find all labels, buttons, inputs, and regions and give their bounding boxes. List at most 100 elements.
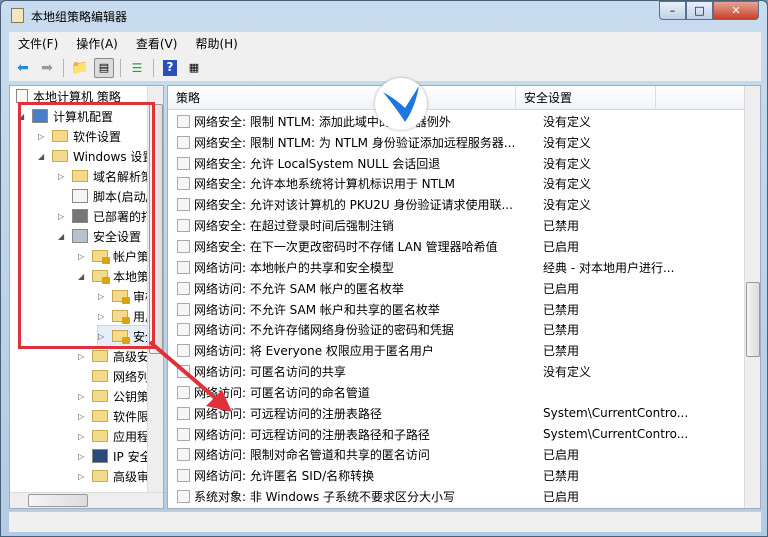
expand-arrow-icon[interactable]: ▷ [58, 212, 68, 221]
policy-setting: 没有定义 [543, 177, 592, 192]
collapse-arrow-icon[interactable]: ◢ [38, 152, 48, 161]
policy-setting: 已禁用 [543, 302, 580, 317]
table-row[interactable]: 网络安全: 限制 NTLM: 为 NTLM 身份验证添加远程服务器... 没有定义 [168, 132, 746, 153]
help-icon[interactable]: ? [160, 58, 180, 78]
folder-icon [92, 410, 108, 422]
close-button[interactable]: ✕ [713, 1, 759, 20]
column-policy[interactable]: 策略 [168, 86, 516, 110]
policy-setting: System\CurrentContro... [543, 427, 689, 442]
tree-pane: 本地计算机 策略 ◢ 计算机配置 ▷ 软件设置 ◢ Windows 设置 ▷ 域名解析策略 脚本… [9, 85, 164, 509]
status-bar [9, 511, 761, 532]
tree-node[interactable]: ◢ 安全设置 [58, 226, 141, 246]
expand-arrow-icon[interactable]: ▷ [78, 432, 88, 441]
table-row[interactable]: 系统对象: 非 Windows 子系统不要求区分大小写 已启用 [168, 486, 746, 507]
forward-icon[interactable]: ➡ [37, 58, 57, 78]
list-rows: 网络安全: 限制 NTLM: 添加此域中的服务器例外 没有定义 网络安全: 限制 N… [168, 111, 746, 507]
policy-name: 网络安全: 允许对该计算机的 PKU2U 身份验证请求使用联... [194, 198, 513, 213]
expand-arrow-icon[interactable]: ▷ [98, 312, 108, 321]
policy-name: 网络访问: 将 Everyone 权限应用于匿名用户 [194, 344, 434, 359]
policy-name: 网络访问: 不允许 SAM 帐户的匿名枚举 [194, 281, 404, 296]
expand-arrow-icon[interactable]: ▷ [58, 172, 68, 181]
tree-scroll-thumb[interactable] [149, 104, 163, 354]
minimize-button[interactable]: – [659, 1, 686, 20]
tree-node[interactable]: ▷ 软件设置 [38, 126, 121, 146]
policy-item-icon [177, 385, 190, 399]
expand-arrow-icon[interactable]: ▷ [78, 452, 88, 461]
table-row[interactable]: 网络访问: 本地帐户的共享和安全模型 经典 - 对本地用户进行... [168, 257, 746, 278]
show-hide-tree-icon[interactable]: ▤ [94, 57, 114, 78]
expand-arrow-icon[interactable]: ▷ [78, 352, 88, 361]
policy-item-icon [177, 114, 190, 128]
policy-name: 网络安全: 允许 LocalSystem NULL 会话回退 [194, 156, 441, 171]
policy-name: 网络访问: 允许匿名 SID/名称转换 [194, 469, 375, 484]
table-row[interactable]: 网络访问: 不允许存储网络身份验证的密码和凭据 已禁用 [168, 319, 746, 340]
expand-arrow-icon[interactable]: ▷ [78, 412, 88, 421]
tree-horizontal-scrollbar[interactable] [10, 492, 163, 508]
policy-item-icon [177, 448, 190, 462]
policy-setting: 没有定义 [543, 114, 592, 129]
tree-node-label: 计算机配置 [53, 109, 114, 124]
tree-root[interactable]: 本地计算机 策略 [16, 86, 121, 106]
table-row[interactable]: 网络安全: 允许本地系统将计算机标识用于 NTLM 没有定义 [168, 174, 746, 195]
column-security-setting[interactable]: 安全设置 [516, 86, 656, 110]
collapse-arrow-icon[interactable]: ◢ [58, 232, 68, 241]
table-row[interactable]: 网络访问: 限制对命名管道和共享的匿名访问 已启用 [168, 445, 746, 466]
table-row[interactable]: 网络访问: 可匿名访问的命名管道 [168, 382, 746, 403]
folder-icon [92, 430, 108, 442]
computer-icon [32, 109, 48, 123]
policy-name: 网络访问: 可匿名访问的共享 [194, 365, 346, 380]
policy-name: 网络访问: 可匿名访问的命名管道 [194, 385, 370, 400]
policy-item-icon [177, 156, 190, 170]
policy-item-icon [177, 135, 190, 149]
policy-item-icon [177, 198, 190, 212]
policy-setting: 已启用 [543, 239, 580, 254]
table-row[interactable]: 网络安全: 在超过登录时间后强制注销 已禁用 [168, 215, 746, 236]
collapse-arrow-icon[interactable]: ◢ [18, 112, 28, 121]
tree-node-label: 安全设置 [93, 229, 142, 244]
menu-action[interactable]: 操作(A) [67, 35, 127, 52]
expand-arrow-icon[interactable]: ▷ [78, 252, 88, 261]
policy-item-icon [177, 344, 190, 358]
table-row[interactable]: 网络安全: 限制 NTLM: 添加此域中的服务器例外 没有定义 [168, 111, 746, 132]
menu-help[interactable]: 帮助(H) [186, 35, 246, 52]
policy-item-icon [177, 427, 190, 441]
toolbar-separator [153, 58, 154, 77]
table-row[interactable]: 网络安全: 允许 LocalSystem NULL 会话回退 没有定义 [168, 153, 746, 174]
table-row[interactable]: 网络安全: 在下一次更改密码时不存储 LAN 管理器哈希值 已启用 [168, 236, 746, 257]
tree-hscroll-thumb[interactable] [28, 494, 88, 507]
up-folder-icon[interactable]: 📁 [70, 58, 90, 78]
menu-view[interactable]: 查看(V) [127, 35, 187, 52]
window-title: 本地组策略编辑器 [31, 10, 128, 24]
list-vertical-scrollbar[interactable] [744, 86, 760, 508]
policy-name: 系统对象: 非 Windows 子系统不要求区分大小写 [194, 490, 456, 505]
properties-icon[interactable]: ▦ [184, 58, 204, 78]
tree-node[interactable]: ◢ 计算机配置 [18, 106, 113, 126]
back-icon[interactable]: ⬅ [13, 58, 33, 78]
ipsec-icon [92, 449, 108, 463]
list-scroll-thumb[interactable] [746, 282, 760, 357]
table-row[interactable]: 网络安全: 允许对该计算机的 PKU2U 身份验证请求使用联... 没有定义 [168, 194, 746, 215]
expand-arrow-icon[interactable]: ▷ [98, 292, 108, 301]
policy-name: 网络安全: 允许本地系统将计算机标识用于 NTLM [194, 177, 456, 192]
export-list-icon[interactable]: ☰ [127, 58, 147, 78]
tree-node[interactable]: ◢ Windows 设置 [38, 146, 154, 166]
folder-icon [52, 130, 68, 142]
expand-arrow-icon[interactable]: ▷ [38, 132, 48, 141]
table-row[interactable]: 网络访问: 允许匿名 SID/名称转换 已禁用 [168, 465, 746, 486]
expand-arrow-icon[interactable]: ▷ [78, 472, 88, 481]
menu-file[interactable]: 文件(F) [9, 35, 67, 52]
collapse-arrow-icon[interactable]: ◢ [78, 272, 88, 281]
tree-vertical-scrollbar[interactable] [147, 86, 163, 508]
policy-setting: 没有定义 [543, 135, 592, 150]
table-row[interactable]: 网络访问: 不允许 SAM 帐户和共享的匿名枚举 已禁用 [168, 299, 746, 320]
table-row[interactable]: 网络访问: 可远程访问的注册表路径 System\CurrentContro... [168, 403, 746, 424]
policy-name: 网络访问: 本地帐户的共享和安全模型 [194, 260, 394, 275]
table-row[interactable]: 网络访问: 将 Everyone 权限应用于匿名用户 已禁用 [168, 340, 746, 361]
expand-arrow-icon[interactable]: ▷ [98, 332, 108, 341]
table-row[interactable]: 网络访问: 不允许 SAM 帐户的匿名枚举 已启用 [168, 278, 746, 299]
table-row[interactable]: 网络访问: 可匿名访问的共享 没有定义 [168, 361, 746, 382]
maximize-button[interactable]: □ [686, 1, 713, 20]
expand-arrow-icon[interactable]: ▷ [78, 392, 88, 401]
table-row[interactable]: 网络访问: 可远程访问的注册表路径和子路径 System\CurrentContr… [168, 424, 746, 445]
tree-node-label: Windows 设置 [73, 149, 155, 164]
